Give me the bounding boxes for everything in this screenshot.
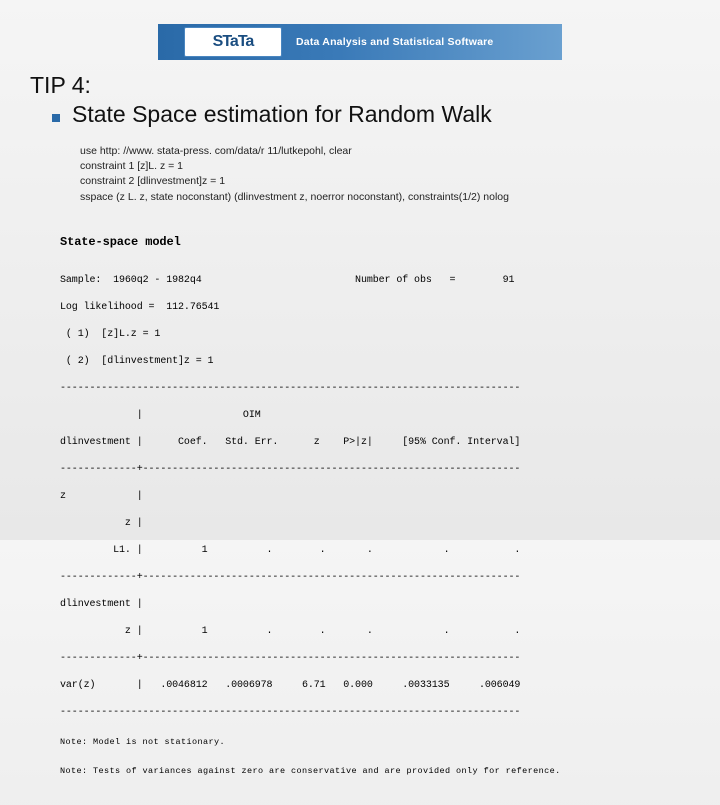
- code-line: constraint 1 [z]L. z = 1: [80, 159, 690, 174]
- brand-text: STaTa: [213, 33, 254, 51]
- out-rule: -------------+--------------------------…: [60, 463, 680, 477]
- out-line: z | 1 . . . . .: [60, 625, 680, 639]
- brand-tagline: Data Analysis and Statistical Software: [296, 36, 493, 48]
- out-line: Log likelihood = 112.76541: [60, 301, 680, 315]
- out-rule: -------------+--------------------------…: [60, 652, 680, 666]
- out-line: z |: [60, 517, 680, 531]
- tip-title: TIP 4:: [30, 72, 690, 99]
- square-bullet-icon: [52, 114, 60, 122]
- brand-logo: STaTa: [184, 27, 282, 57]
- out-note: Note: Tests of variances against zero ar…: [60, 766, 680, 777]
- logo-bar: STaTa Data Analysis and Statistical Soft…: [158, 24, 562, 60]
- out-rule: ----------------------------------------…: [60, 382, 680, 396]
- out-note: Note: Model is not stationary.: [60, 737, 680, 748]
- slide-content: TIP 4: State Space estimation for Random…: [30, 72, 690, 805]
- code-line: constraint 2 [dlinvestment]z = 1: [80, 174, 690, 189]
- out-line: ( 1) [z]L.z = 1: [60, 328, 680, 342]
- code-line: use http: //www. stata-press. com/data/r…: [80, 144, 690, 159]
- out-line: ( 2) [dlinvestment]z = 1: [60, 355, 680, 369]
- stata-output: State-space model Sample: 1960q2 - 1982q…: [60, 221, 680, 805]
- out-line: z |: [60, 490, 680, 504]
- out-line: | OIM: [60, 409, 680, 423]
- out-rule: -------------+--------------------------…: [60, 571, 680, 585]
- subtitle-row: State Space estimation for Random Walk: [52, 101, 690, 128]
- out-line: dlinvestment | Coef. Std. Err. z P>|z| […: [60, 436, 680, 450]
- out-line: dlinvestment |: [60, 598, 680, 612]
- code-line: sspace (z L. z, state noconstant) (dlinv…: [80, 190, 690, 205]
- out-line: var(z) | .0046812 .0006978 6.71 0.000 .0…: [60, 679, 680, 693]
- input-code: use http: //www. stata-press. com/data/r…: [80, 144, 690, 205]
- out-rule: ----------------------------------------…: [60, 706, 680, 720]
- output-title: State-space model: [60, 234, 680, 250]
- out-line: L1. | 1 . . . . .: [60, 544, 680, 558]
- subtitle: State Space estimation for Random Walk: [72, 101, 492, 128]
- out-line: Sample: 1960q2 - 1982q4 Number of obs = …: [60, 274, 680, 288]
